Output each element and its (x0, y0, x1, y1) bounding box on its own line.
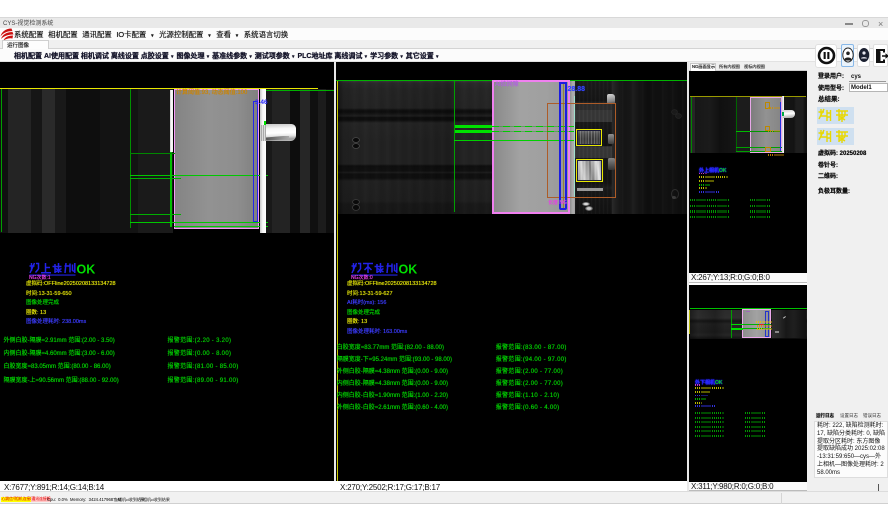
svg-text:OK: OK (77, 263, 96, 277)
svg-text:OK: OK (399, 263, 418, 277)
